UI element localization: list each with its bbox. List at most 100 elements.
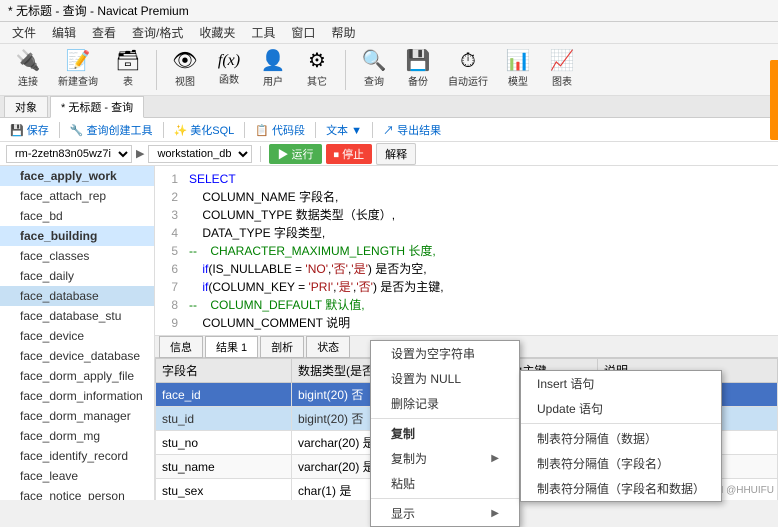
sidebar-item-face_building[interactable]: face_building [0,226,154,246]
other-button[interactable]: ⚙ 其它 [297,47,337,92]
sidebar-item-face_dorm_manager[interactable]: face_dorm_manager [0,406,154,426]
sub-update-stmt[interactable]: Update 语句 [521,396,721,421]
menu-favorites[interactable]: 收藏夹 [191,22,243,43]
toolbar-sep-2 [345,50,346,90]
ctx-show[interactable]: 显示 ▶ [371,501,519,526]
sidebar-item-face_attach_rep[interactable]: face_attach_rep [0,186,154,206]
new-query-label: 新建查询 [58,73,98,88]
title-text: * 无标题 - 查询 - Navicat Premium [8,2,189,19]
table-button[interactable]: 🗃 表 [108,47,148,92]
sidebar-item-face_leave[interactable]: face_leave [0,466,154,486]
sidebar-item-face_bd[interactable]: face_bd [0,206,154,226]
sidebar-item-face_apply_work[interactable]: face_apply_work [0,166,154,186]
sub-tab-fields[interactable]: 制表符分隔值（字段名） [521,451,721,476]
query-button[interactable]: 🔍 查询 [354,47,394,92]
function-button[interactable]: f(x) 函数 [209,49,249,90]
result-tab-info[interactable]: 信息 [159,336,203,358]
backup-button[interactable]: 💾 备份 [398,47,438,92]
tab-query[interactable]: * 无标题 - 查询 [50,96,144,118]
sidebar-item-face_identify_record[interactable]: face_identify_record [0,446,154,466]
sub-insert-stmt[interactable]: Insert 语句 [521,371,721,396]
ctx-show-arrow: ▶ [491,508,499,519]
menu-help[interactable]: 帮助 [323,22,363,43]
database-select[interactable]: workstation_db [148,145,252,163]
other-label: 其它 [307,73,327,88]
sidebar-item-face_notice_person[interactable]: face_notice_person [0,486,154,500]
chart-button[interactable]: 📈 图表 [542,47,582,92]
conn-toolbar: rm-2zetn83n05wz7i ▶ workstation_db ▶ 运行 … [0,142,778,166]
sidebar: face_apply_workface_attach_repface_bdfac… [0,166,155,500]
ctx-delete-record[interactable]: 删除记录 [371,391,519,416]
menu-edit[interactable]: 编辑 [44,22,84,43]
table-cell: face_id [156,383,292,407]
query-designer-button[interactable]: 🔧 查询创建工具 [66,121,157,139]
result-tab-status[interactable]: 状态 [306,336,350,358]
table-cell: stu_sex [156,479,292,501]
tab-bar: 对象 * 无标题 - 查询 [0,96,778,118]
query-icon: 🔍 [362,51,387,71]
ctx-paste[interactable]: 粘贴 [371,471,519,496]
query-label: 查询 [364,73,384,88]
ctx-copy-as[interactable]: 复制为 ▶ [371,446,519,471]
menu-file[interactable]: 文件 [4,22,44,43]
sql-editor[interactable]: 123456789SELECT COLUMN_NAME 字段名, COLUMN_… [155,166,778,336]
sidebar-item-face_device[interactable]: face_device [0,326,154,346]
chart-label: 图表 [552,73,572,88]
sub-menu: Insert 语句 Update 语句 制表符分隔值（数据） 制表符分隔值（字段… [520,370,722,502]
sidebar-item-face_device_database[interactable]: face_device_database [0,346,154,366]
table-icon: 🗃 [115,51,140,71]
menu-query-format[interactable]: 查询/格式 [124,22,191,43]
user-label: 用户 [263,73,283,88]
result-tab-profile[interactable]: 剖析 [260,336,304,358]
menu-bar: 文件 编辑 查看 查询/格式 收藏夹 工具 窗口 帮助 [0,22,778,44]
sidebar-item-face_database_stu[interactable]: face_database_stu [0,306,154,326]
query-toolbar: 💾 保存 🔧 查询创建工具 ✨ 美化SQL 📋 代码段 文本 ▼ ↗ 导出结果 [0,118,778,142]
text-button[interactable]: 文本 ▼ [322,121,366,139]
sub-tab-data[interactable]: 制表符分隔值（数据） [521,426,721,451]
sidebar-item-face_dorm_apply_file[interactable]: face_dorm_apply_file [0,366,154,386]
connect-label: 连接 [18,73,38,88]
connect-icon: 🔌 [16,51,41,71]
orange-indicator [770,60,778,140]
beautify-button[interactable]: ✨ 美化SQL [170,121,239,139]
function-icon: f(x) [218,53,240,69]
user-button[interactable]: 👤 用户 [253,47,293,92]
export-button[interactable]: ↗ 导出结果 [379,121,445,139]
menu-tools[interactable]: 工具 [243,22,283,43]
stop-button[interactable]: ⏹ 停止 [326,144,373,164]
explain-button[interactable]: 解释 [376,143,416,165]
connect-button[interactable]: 🔌 连接 [8,47,48,92]
new-query-button[interactable]: 📝 新建查询 [52,47,104,92]
ctx-copy[interactable]: 复制 [371,421,519,446]
model-button[interactable]: 📊 模型 [498,47,538,92]
model-label: 模型 [508,73,528,88]
sidebar-item-face_classes[interactable]: face_classes [0,246,154,266]
function-label: 函数 [219,71,239,86]
user-icon: 👤 [261,51,286,71]
col-header: 字段名 [156,359,292,383]
menu-window[interactable]: 窗口 [283,22,323,43]
snippet-button[interactable]: 📋 代码段 [251,121,309,139]
toolbar: 🔌 连接 📝 新建查询 🗃 表 👁 视图 f(x) 函数 👤 用户 ⚙ 其它 🔍… [0,44,778,96]
sub-tab-fields-data[interactable]: 制表符分隔值（字段名和数据） [521,476,721,501]
ctx-set-null[interactable]: 设置为 NULL [371,366,519,391]
autorun-button[interactable]: ⏱ 自动运行 [442,47,494,92]
sidebar-item-face_dorm_mg[interactable]: face_dorm_mg [0,426,154,446]
context-menu: 设置为空字符串 设置为 NULL 删除记录 复制 复制为 ▶ 粘贴 显示 ▶ [370,340,520,527]
new-query-icon: 📝 [66,51,91,71]
result-tab-result[interactable]: 结果 1 [205,336,258,358]
menu-view[interactable]: 查看 [84,22,124,43]
sidebar-item-face_database[interactable]: face_database [0,286,154,306]
connection-select[interactable]: rm-2zetn83n05wz7i [6,145,132,163]
tab-object[interactable]: 对象 [4,96,48,118]
run-button[interactable]: ▶ 运行 [269,144,321,164]
view-button[interactable]: 👁 视图 [165,47,205,92]
sidebar-item-face_dorm_information[interactable]: face_dorm_information [0,386,154,406]
save-button[interactable]: 💾 保存 [6,121,53,139]
sub-sep-1 [521,423,721,424]
arrow-icon: ▶ [136,147,144,160]
sidebar-item-face_daily[interactable]: face_daily [0,266,154,286]
ctx-sep-1 [371,418,519,419]
ctx-set-empty-string[interactable]: 设置为空字符串 [371,341,519,366]
title-bar: * 无标题 - 查询 - Navicat Premium [0,0,778,22]
